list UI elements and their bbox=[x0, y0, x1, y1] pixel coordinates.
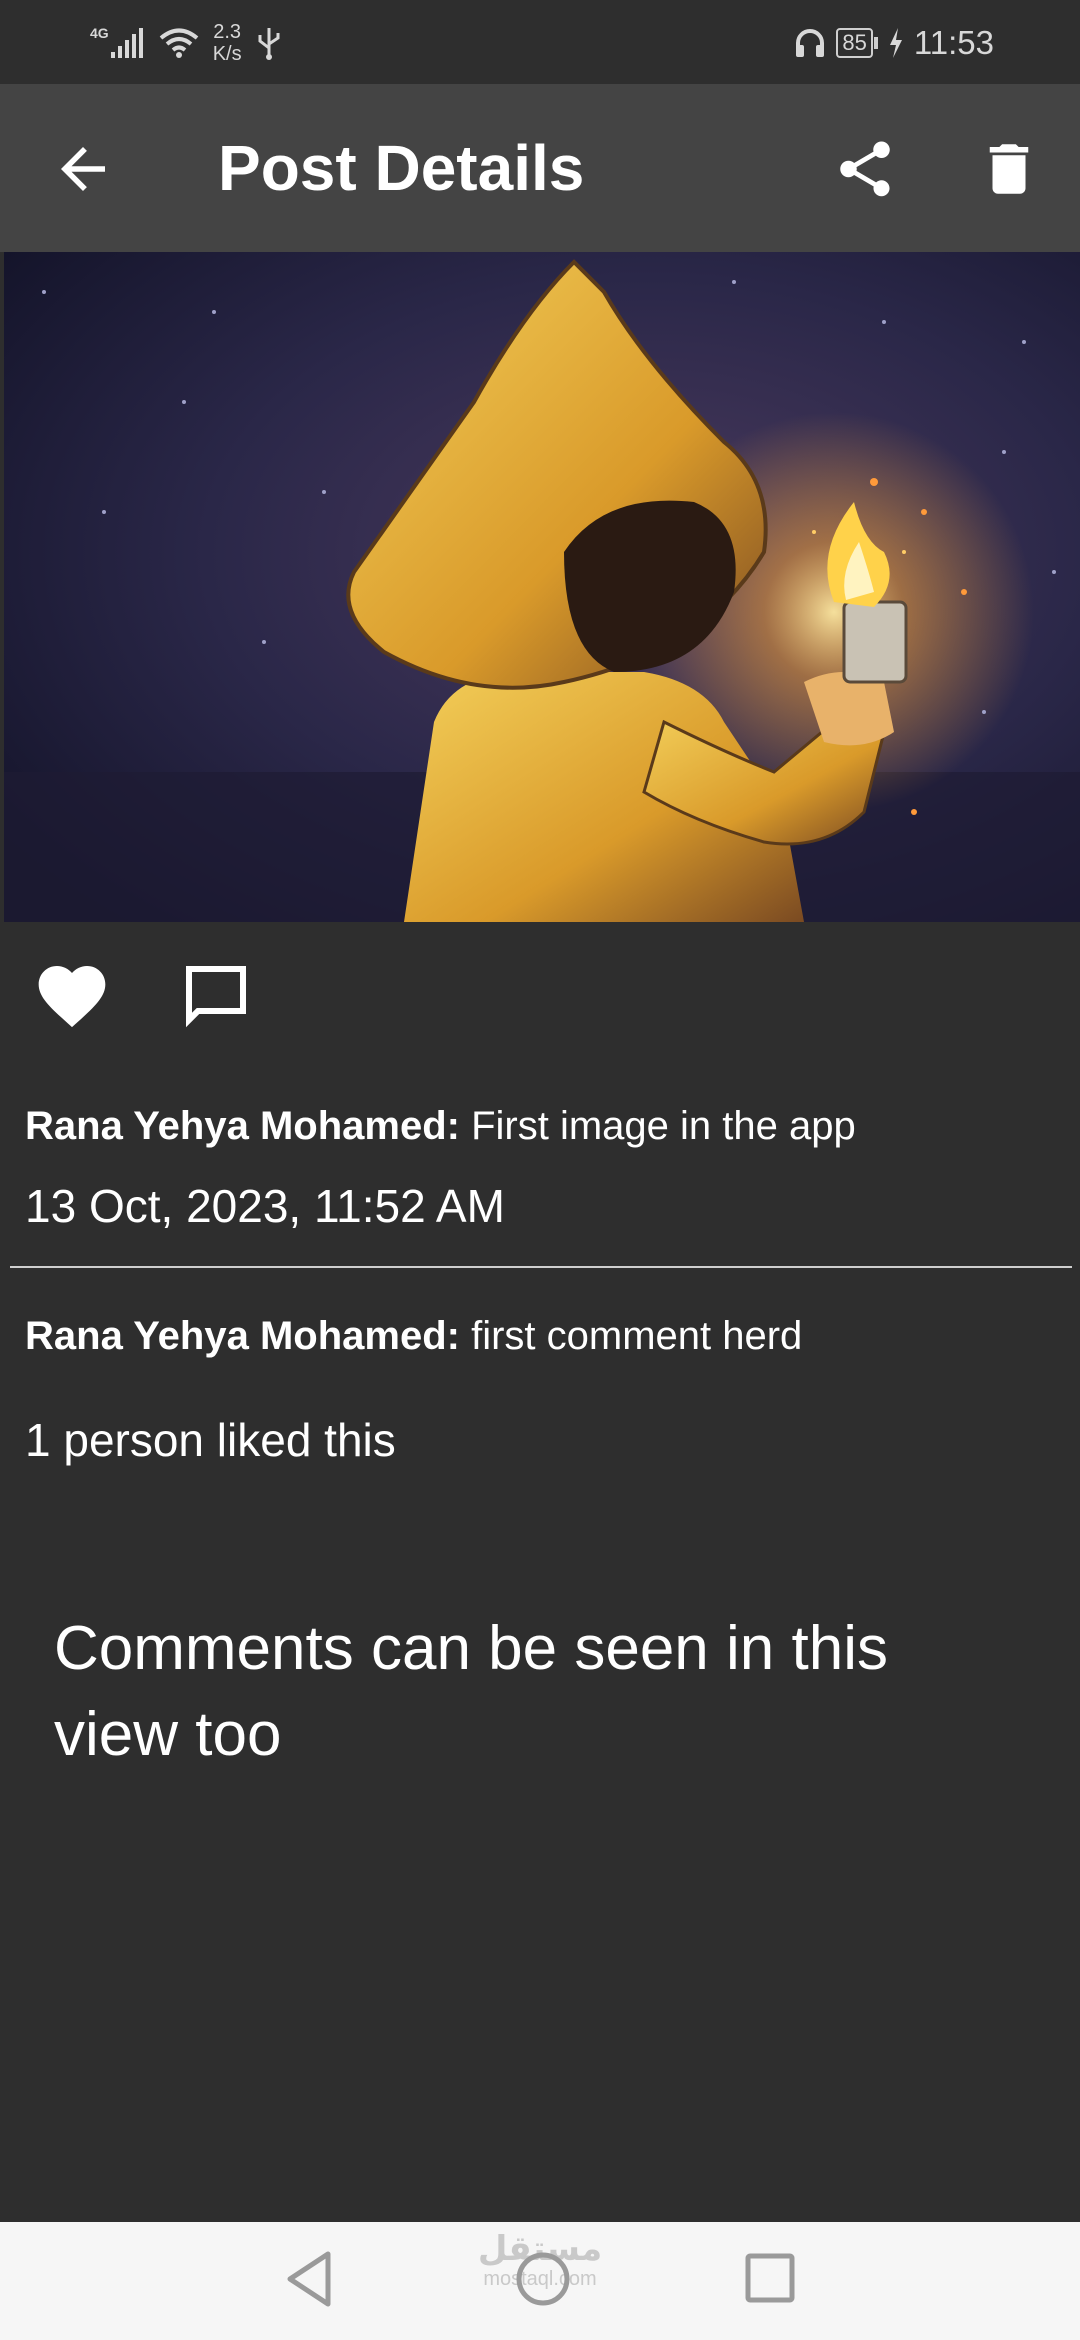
likes-count[interactable]: 1 person liked this bbox=[25, 1410, 396, 1470]
caption-text: First image in the app bbox=[471, 1104, 856, 1148]
nav-home-icon[interactable] bbox=[510, 2246, 576, 2312]
annotation-text: Comments can be seen in this view too bbox=[54, 1614, 888, 1769]
usb-icon bbox=[258, 28, 280, 60]
divider bbox=[10, 1266, 1072, 1268]
clock: 11:53 bbox=[913, 24, 994, 61]
headphones-icon bbox=[796, 29, 825, 57]
nav-bar: مستقل mostaql.com bbox=[0, 2222, 1080, 2340]
comment-text: first comment herd bbox=[471, 1314, 803, 1358]
trash-icon[interactable] bbox=[976, 136, 1042, 202]
app-bar: Post Details bbox=[0, 84, 1080, 252]
speed-unit: K/s bbox=[212, 43, 242, 65]
nav-back-icon[interactable] bbox=[280, 2246, 340, 2312]
wifi-icon bbox=[159, 28, 198, 58]
status-bar-left: 4G 2.3 K/s bbox=[90, 18, 282, 68]
post-image[interactable] bbox=[4, 252, 1080, 922]
network-type: 4G bbox=[90, 25, 109, 41]
post-illustration bbox=[4, 252, 1080, 922]
share-icon[interactable] bbox=[832, 136, 898, 202]
battery-level: 85 bbox=[836, 28, 873, 58]
status-bar: 4G 2.3 K/s 85 11:53 bbox=[0, 0, 1080, 84]
comment-author[interactable]: Rana Yehya Mohamed: bbox=[25, 1314, 460, 1358]
post-caption: Rana Yehya Mohamed: First image in the a… bbox=[25, 1098, 856, 1154]
comment-icon[interactable] bbox=[180, 960, 252, 1032]
network-speed: 2.3 K/s bbox=[213, 21, 242, 65]
comment-item: Rana Yehya Mohamed: first comment herd bbox=[25, 1308, 802, 1364]
post-timestamp: 13 Oct, 2023, 11:52 AM bbox=[25, 1180, 505, 1232]
page-title: Post Details bbox=[218, 132, 585, 204]
battery-icon: 85 bbox=[836, 28, 878, 58]
charging-icon bbox=[889, 28, 902, 58]
nav-recents-icon[interactable] bbox=[740, 2248, 800, 2308]
speed-value: 2.3 bbox=[213, 21, 242, 43]
battery-tip bbox=[873, 37, 878, 49]
back-arrow-icon[interactable] bbox=[50, 136, 116, 202]
heart-icon[interactable] bbox=[30, 956, 114, 1036]
status-bar-right: 85 11:53 bbox=[794, 18, 994, 68]
caption-author[interactable]: Rana Yehya Mohamed: bbox=[25, 1104, 460, 1148]
signal-icon bbox=[110, 28, 143, 58]
